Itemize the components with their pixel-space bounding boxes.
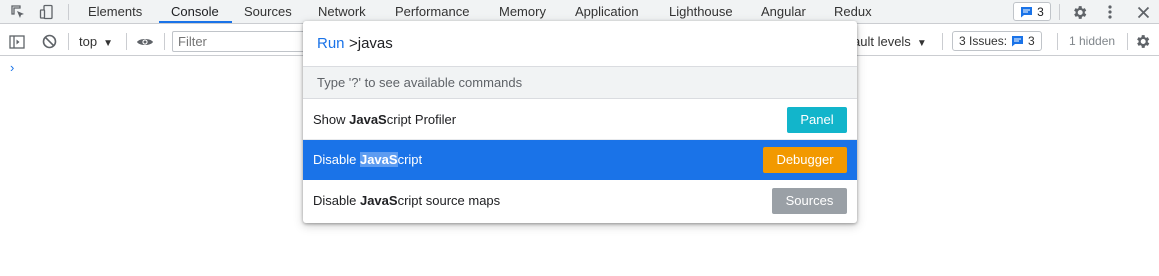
more-options-icon[interactable] (1101, 0, 1119, 24)
toolbar-divider (68, 33, 69, 50)
context-selector[interactable]: top ▼ (79, 29, 113, 54)
tab-elements[interactable]: Elements (88, 0, 142, 24)
messages-count: 3 (1037, 4, 1044, 19)
command-input-row[interactable]: Run >javas (303, 21, 857, 67)
log-levels-dropdown[interactable]: ault levels ▼ (853, 29, 927, 54)
command-item-label: Disable JavaScript source maps (313, 193, 501, 208)
command-input[interactable]: >javas (349, 35, 393, 52)
command-prefix: Run (317, 35, 345, 52)
console-prompt-chevron-icon[interactable]: › (10, 60, 14, 75)
issues-button[interactable]: 3 Issues: 3 (952, 31, 1042, 51)
filter-input[interactable] (172, 31, 312, 52)
console-settings-gear-icon[interactable] (1131, 29, 1153, 54)
debugger-tag: Debugger (763, 147, 847, 173)
command-item-disable-javascript-source-maps[interactable]: Disable JavaScript source maps Sources (303, 181, 857, 221)
settings-gear-icon[interactable] (1068, 0, 1090, 24)
active-tab-indicator (159, 21, 232, 23)
match-highlight: JavaS (359, 193, 398, 208)
toolbar-divider (1057, 33, 1058, 50)
command-hint: Type '?' to see available commands (303, 67, 857, 99)
command-item-disable-javascript[interactable]: Disable JavaScript Debugger (303, 140, 857, 180)
toolbar-divider (126, 33, 127, 50)
chevron-down-icon: ▼ (103, 38, 113, 49)
panel-tag: Panel (787, 107, 847, 133)
issues-label: 3 Issues: (959, 34, 1008, 48)
context-label: top (79, 34, 98, 49)
command-item-show-javascript-profiler[interactable]: Show JavaScript Profiler Panel (303, 100, 857, 140)
toolbar-divider (942, 33, 943, 50)
sources-tag: Sources (772, 188, 847, 214)
chevron-down-icon: ▼ (916, 38, 927, 49)
close-icon[interactable] (1133, 0, 1153, 24)
tab-divider (1059, 4, 1060, 20)
tab-sources[interactable]: Sources (244, 0, 292, 24)
messages-badge[interactable]: 3 (1013, 2, 1051, 21)
eye-icon[interactable] (134, 29, 156, 54)
inspect-element-icon[interactable] (8, 0, 28, 24)
match-highlight: JavaS (349, 112, 387, 127)
command-item-label: Show JavaScript Profiler (313, 112, 457, 127)
hidden-count: 1 hidden (1069, 34, 1116, 48)
message-icon (1021, 6, 1033, 17)
sidebar-toggle-icon[interactable] (6, 29, 28, 54)
clear-console-icon[interactable] (38, 29, 60, 54)
command-item-label: Disable JavaScript (313, 152, 423, 167)
command-menu: Run >javas Type '?' to see available com… (303, 21, 857, 223)
toolbar-divider (1127, 33, 1128, 50)
toolbar-divider (164, 33, 165, 50)
log-levels-label: ault levels (853, 34, 911, 49)
issues-count: 3 (1028, 34, 1035, 48)
device-toolbar-icon[interactable] (36, 0, 58, 24)
message-icon (1012, 36, 1024, 47)
match-highlight: JavaS (359, 152, 398, 167)
tab-divider (68, 4, 69, 20)
